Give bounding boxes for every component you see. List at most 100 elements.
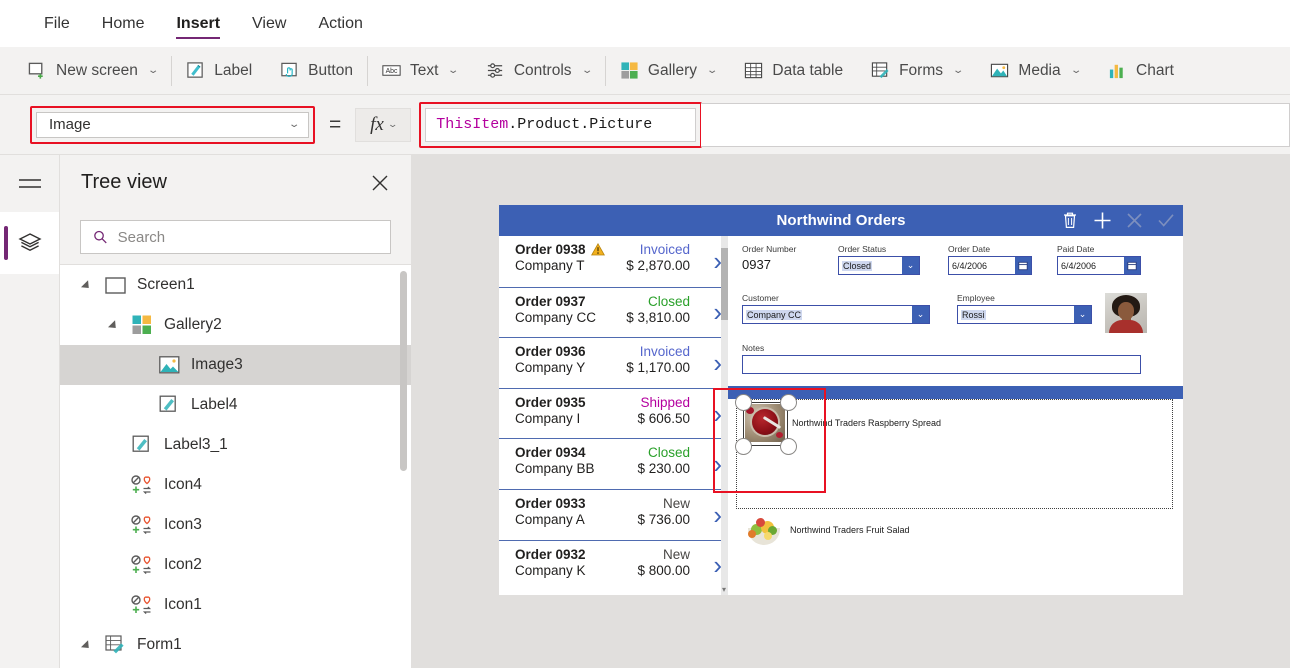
left-rail <box>0 155 59 668</box>
order-company: Company CC <box>515 309 597 325</box>
app-title-bar: Northwind Orders <box>499 205 1183 236</box>
expander-icon[interactable] <box>84 279 96 291</box>
paid-date-picker[interactable]: 6/4/2006 <box>1057 256 1141 275</box>
order-number: Order 0934 <box>515 445 586 460</box>
order-status: New <box>662 546 690 562</box>
tree-node-image3[interactable]: Image3 <box>60 345 411 385</box>
ribbon-media-button[interactable]: Media ⌄ <box>976 47 1094 95</box>
order-amount: $ 1,170.00 <box>626 360 690 376</box>
menu-item-insert[interactable]: Insert <box>160 0 236 47</box>
tree-view-header: Tree view <box>60 155 411 210</box>
resize-handle-top-left[interactable] <box>735 394 752 411</box>
tree-node-form1[interactable]: Form1 <box>60 625 411 665</box>
close-panel-button[interactable] <box>367 170 393 196</box>
button-icon <box>281 62 297 77</box>
tree-node-icon1[interactable]: Icon1 <box>60 585 411 625</box>
menu-item-file[interactable]: File <box>28 0 86 47</box>
product-row-fruit-salad[interactable]: Northwind Traders Fruit Salad <box>745 514 910 546</box>
orders-gallery: Order 0938 Invoiced Company T $ 2,870.00 <box>499 236 728 595</box>
menu-item-view[interactable]: View <box>236 0 302 47</box>
save-icon <box>1153 207 1179 233</box>
customer-dropdown[interactable]: Company CC ⌄ <box>742 305 930 324</box>
expander-icon[interactable] <box>111 319 123 331</box>
hamburger-menu-button[interactable] <box>0 155 59 212</box>
chevron-down-icon[interactable]: ⌄ <box>902 257 919 274</box>
chevron-down-icon[interactable]: ⌄ <box>912 306 929 323</box>
tree-node-icon4[interactable]: Icon4 <box>60 465 411 505</box>
chevron-down-icon[interactable]: ⌄ <box>1074 306 1091 323</box>
order-list-item[interactable]: Order 0937 Closed Company CC $ 3,810.00 … <box>499 286 728 338</box>
ribbon-forms-button[interactable]: Forms ⌄ <box>857 47 976 95</box>
tree-node-label: Screen1 <box>137 276 195 293</box>
calendar-icon[interactable] <box>1015 257 1031 274</box>
order-list-item[interactable]: Order 0932 New Company K $ 800.00 › <box>499 539 728 591</box>
order-number-text: Order 0935 <box>515 394 586 410</box>
order-date-value: 6/4/2006 <box>952 260 988 271</box>
ribbon-button-button[interactable]: Button <box>266 47 367 95</box>
tree-node-list: Screen1 Gallery2 Image3 Label4 Label3_1 … <box>60 265 411 668</box>
order-number-value: 0937 <box>742 257 771 272</box>
formula-input-extension[interactable] <box>701 102 1290 147</box>
property-dropdown[interactable]: Image ⌄ <box>36 111 309 138</box>
app-title-actions <box>1057 207 1179 233</box>
menu-item-action[interactable]: Action <box>302 0 378 47</box>
label-icon <box>129 434 155 456</box>
delete-icon[interactable] <box>1057 207 1083 233</box>
search-input[interactable] <box>117 228 378 246</box>
ribbon-text-button[interactable]: Abc Text ⌄ <box>368 47 472 95</box>
chevron-down-icon: ⌄ <box>287 119 300 130</box>
ribbon-controls-button[interactable]: Controls ⌄ <box>472 47 605 95</box>
scroll-down-arrow-icon[interactable]: ▾ <box>722 585 726 594</box>
expander-icon[interactable] <box>84 639 96 651</box>
tree-node-label: Label3_1 <box>164 436 228 453</box>
ribbon-label-button[interactable]: Label <box>172 47 266 95</box>
expander-placeholder <box>111 479 123 491</box>
ribbon-chart-button[interactable]: Chart <box>1094 47 1188 95</box>
fx-label: fx <box>370 113 384 135</box>
menu-item-home[interactable]: Home <box>86 0 161 47</box>
formula-input[interactable]: ThisItem .Product.Picture <box>425 107 697 142</box>
resize-handle-bottom-left[interactable] <box>735 438 752 455</box>
ribbon-new-screen-button[interactable]: New screen ⌄ <box>0 47 171 95</box>
order-status-dropdown[interactable]: Closed ⌄ <box>838 256 920 275</box>
chevron-down-icon: ⌄ <box>387 119 399 129</box>
tree-view-rail-button[interactable] <box>0 212 59 274</box>
order-status-label: Order Status <box>838 244 887 254</box>
paid-date-label: Paid Date <box>1057 244 1095 254</box>
order-list-item[interactable]: Order 0938 Invoiced Company T $ 2,870.00 <box>499 236 728 287</box>
customer-value: Company CC <box>746 309 803 320</box>
employee-photo <box>1105 293 1147 333</box>
fx-button[interactable]: fx ⌄ <box>355 107 412 142</box>
resize-handle-top-right[interactable] <box>780 394 797 411</box>
employee-dropdown[interactable]: Rossi ⌄ <box>957 305 1092 324</box>
ribbon-label-label: Label <box>214 61 253 79</box>
tree-node-screen1[interactable]: Screen1 <box>60 265 411 305</box>
orders-gallery-scrollbar[interactable]: ▾ <box>721 236 728 595</box>
new-screen-icon <box>28 62 43 79</box>
order-date-picker[interactable]: 6/4/2006 <box>948 256 1032 275</box>
ribbon-controls-label: Controls <box>513 61 572 79</box>
order-list-item[interactable]: Order 0933 New Company A $ 736.00 › <box>499 488 728 540</box>
order-list-item[interactable]: Order 0934 Closed Company BB $ 230.00 › <box>499 438 728 489</box>
order-number-text: Order 0936 <box>515 344 586 360</box>
tree-node-icon2[interactable]: Icon2 <box>60 545 411 585</box>
order-list-item[interactable]: Order 0936 Invoiced Company Y $ 1,170.00… <box>499 337 728 388</box>
tree-node-label4[interactable]: Label4 <box>60 385 411 425</box>
ribbon-data-table-button[interactable]: Data table <box>730 47 857 95</box>
order-amount: $ 606.50 <box>637 410 690 426</box>
calendar-icon[interactable] <box>1124 257 1140 274</box>
tree-node-gallery2[interactable]: Gallery2 <box>60 305 411 345</box>
tree-scrollbar[interactable] <box>400 271 407 471</box>
ribbon-gallery-button[interactable]: Gallery ⌄ <box>606 47 731 95</box>
resize-handle-bottom-right[interactable] <box>780 438 797 455</box>
tree-node-icon3[interactable]: Icon3 <box>60 505 411 545</box>
ribbon-chart-label: Chart <box>1136 61 1174 79</box>
order-status: Invoiced <box>639 344 690 360</box>
add-icon[interactable] <box>1089 207 1115 233</box>
order-list-item[interactable]: Order 0935 Shipped Company I $ 606.50 › <box>499 387 728 439</box>
notes-input[interactable] <box>742 355 1141 374</box>
scrollbar-thumb[interactable] <box>721 248 728 320</box>
tree-node-label3-1[interactable]: Label3_1 <box>60 425 411 465</box>
search-box[interactable] <box>80 220 391 254</box>
order-status: Invoiced <box>639 242 690 257</box>
